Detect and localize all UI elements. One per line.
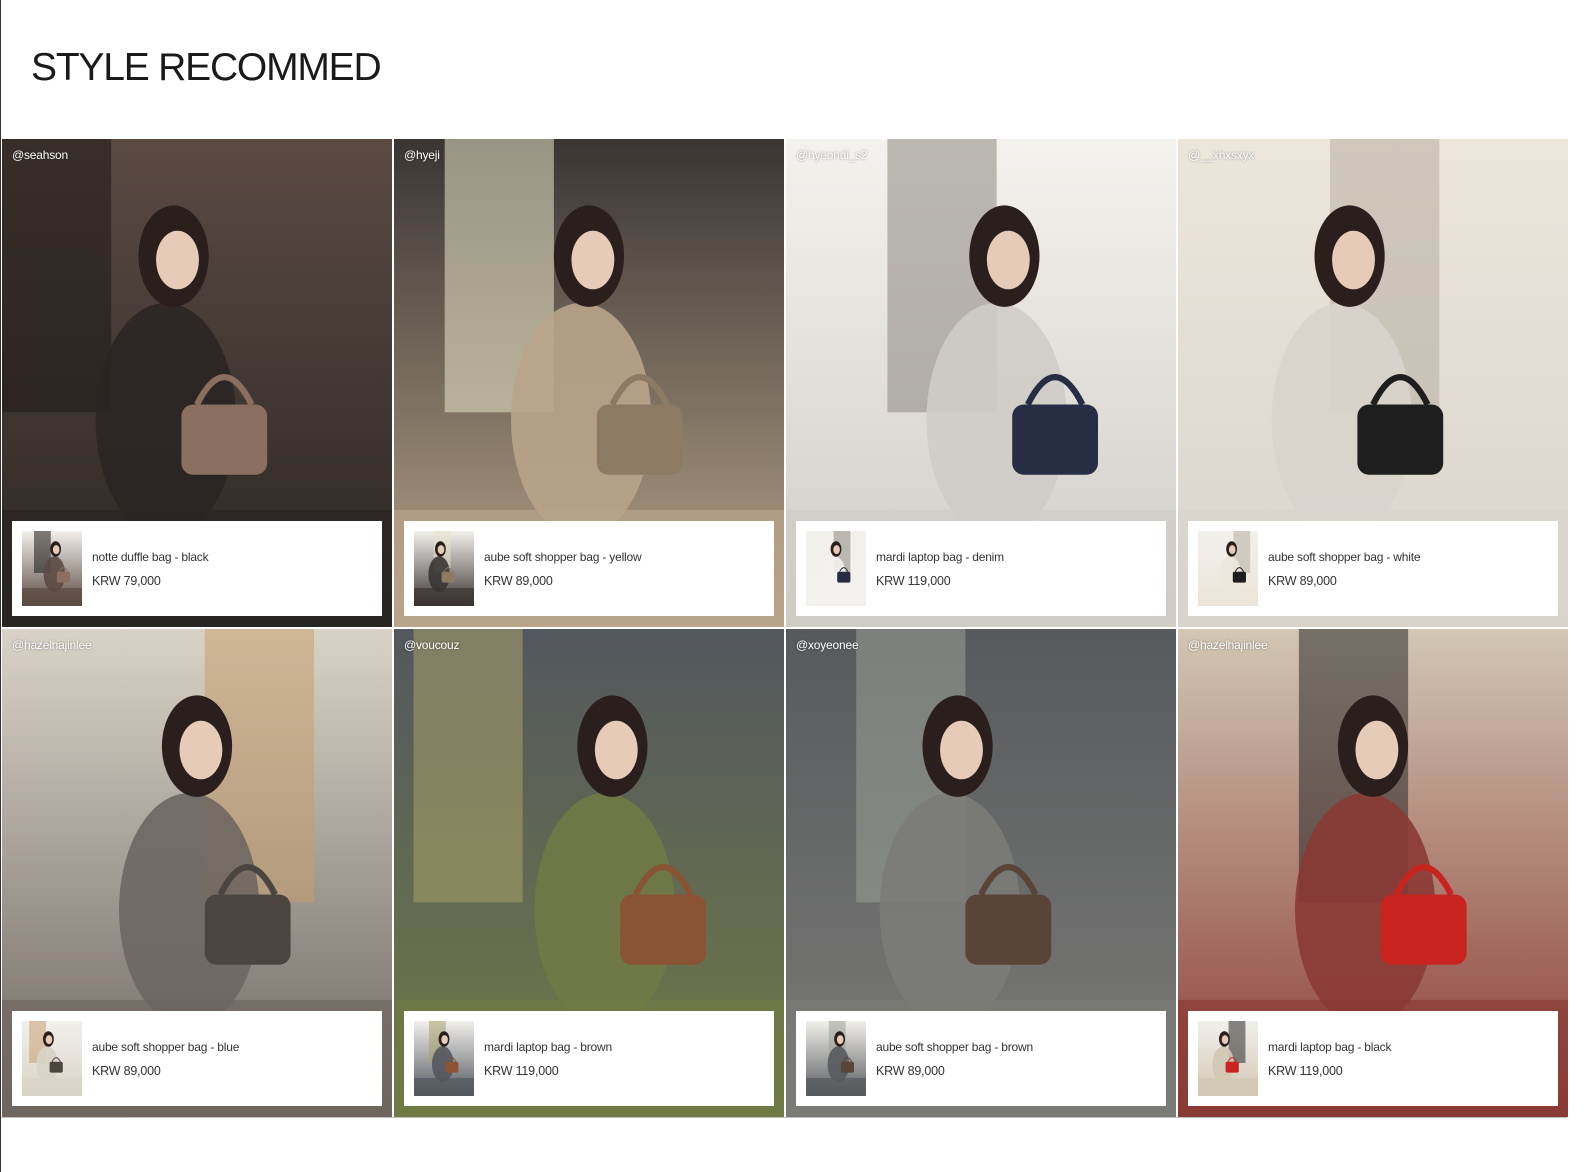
product-card[interactable]: mardi laptop bag - denim KRW 119,000 [796, 521, 1166, 616]
style-card[interactable]: @seahson notte duffle bag - black KRW 79… [2, 139, 392, 627]
product-card[interactable]: mardi laptop bag - black KRW 119,000 [1188, 1011, 1558, 1106]
product-thumbnail-image [414, 1021, 474, 1096]
style-card[interactable]: @hazelhajinlee mardi laptop bag - black … [1178, 629, 1568, 1117]
product-name[interactable]: aube soft shopper bag - yellow [484, 550, 642, 564]
product-thumbnail-image [806, 1021, 866, 1096]
product-thumbnail[interactable] [1198, 1021, 1258, 1096]
divider [1, 1117, 1567, 1118]
product-name[interactable]: mardi laptop bag - black [1268, 1040, 1391, 1054]
product-info: aube soft shopper bag - yellow KRW 89,00… [484, 550, 642, 588]
product-price: KRW 89,000 [876, 1063, 945, 1078]
product-info: mardi laptop bag - black KRW 119,000 [1268, 1040, 1391, 1078]
product-price: KRW 89,000 [1268, 573, 1337, 588]
product-card[interactable]: aube soft shopper bag - white KRW 89,000 [1188, 521, 1558, 616]
instagram-handle[interactable]: @__xhxsxyx [1188, 148, 1254, 162]
product-card[interactable]: notte duffle bag - black KRW 79,000 [12, 521, 382, 616]
section-title: STYLE RECOMMED [31, 46, 382, 89]
style-card[interactable]: @__xhxsxyx aube soft shopper bag - white… [1178, 139, 1568, 627]
product-thumbnail[interactable] [22, 531, 82, 606]
style-card[interactable]: @hyeji aube soft shopper bag - yellow KR… [394, 139, 784, 627]
product-info: mardi laptop bag - denim KRW 119,000 [876, 550, 1004, 588]
product-thumbnail-image [1198, 531, 1258, 606]
product-price: KRW 89,000 [92, 1063, 161, 1078]
product-info: notte duffle bag - black KRW 79,000 [92, 550, 209, 588]
product-thumbnail[interactable] [1198, 531, 1258, 606]
style-card[interactable]: @xoyeonee aube soft shopper bag - brown … [786, 629, 1176, 1117]
product-thumbnail[interactable] [806, 531, 866, 606]
product-card[interactable]: mardi laptop bag - brown KRW 119,000 [404, 1011, 774, 1106]
product-name[interactable]: mardi laptop bag - brown [484, 1040, 612, 1054]
style-card[interactable]: @hyeondi_s2 mardi laptop bag - denim KRW… [786, 139, 1176, 627]
product-card[interactable]: aube soft shopper bag - brown KRW 89,000 [796, 1011, 1166, 1106]
style-card[interactable]: @hazelhajinlee aube soft shopper bag - b… [2, 629, 392, 1117]
product-thumbnail-image [414, 531, 474, 606]
product-info: mardi laptop bag - brown KRW 119,000 [484, 1040, 612, 1078]
product-thumbnail[interactable] [806, 1021, 866, 1096]
style-recommend-page: STYLE RECOMMED @seahson notte duffle bag… [0, 0, 1589, 1172]
product-price: KRW 119,000 [876, 573, 951, 588]
product-thumbnail-image [22, 531, 82, 606]
instagram-handle[interactable]: @hazelhajinlee [1188, 638, 1268, 652]
instagram-handle[interactable]: @voucouz [404, 638, 459, 652]
product-price: KRW 119,000 [484, 1063, 559, 1078]
style-card[interactable]: @voucouz mardi laptop bag - brown KRW 11… [394, 629, 784, 1117]
product-info: aube soft shopper bag - white KRW 89,000 [1268, 550, 1421, 588]
instagram-handle[interactable]: @hyeji [404, 148, 440, 162]
product-name[interactable]: notte duffle bag - black [92, 550, 209, 564]
product-name[interactable]: aube soft shopper bag - brown [876, 1040, 1033, 1054]
product-thumbnail-image [806, 531, 866, 606]
product-card[interactable]: aube soft shopper bag - yellow KRW 89,00… [404, 521, 774, 616]
product-card[interactable]: aube soft shopper bag - blue KRW 89,000 [12, 1011, 382, 1106]
product-price: KRW 119,000 [1268, 1063, 1343, 1078]
product-info: aube soft shopper bag - brown KRW 89,000 [876, 1040, 1033, 1078]
product-thumbnail[interactable] [414, 531, 474, 606]
instagram-handle[interactable]: @seahson [12, 148, 68, 162]
product-thumbnail-image [22, 1021, 82, 1096]
product-thumbnail[interactable] [414, 1021, 474, 1096]
product-name[interactable]: aube soft shopper bag - blue [92, 1040, 239, 1054]
instagram-handle[interactable]: @hazelhajinlee [12, 638, 92, 652]
instagram-handle[interactable]: @xoyeonee [796, 638, 859, 652]
product-thumbnail[interactable] [22, 1021, 82, 1096]
product-name[interactable]: mardi laptop bag - denim [876, 550, 1004, 564]
style-grid: @seahson notte duffle bag - black KRW 79… [2, 139, 1568, 1117]
product-thumbnail-image [1198, 1021, 1258, 1096]
instagram-handle[interactable]: @hyeondi_s2 [796, 148, 868, 162]
product-price: KRW 89,000 [484, 573, 553, 588]
product-info: aube soft shopper bag - blue KRW 89,000 [92, 1040, 239, 1078]
product-price: KRW 79,000 [92, 573, 161, 588]
product-name[interactable]: aube soft shopper bag - white [1268, 550, 1421, 564]
